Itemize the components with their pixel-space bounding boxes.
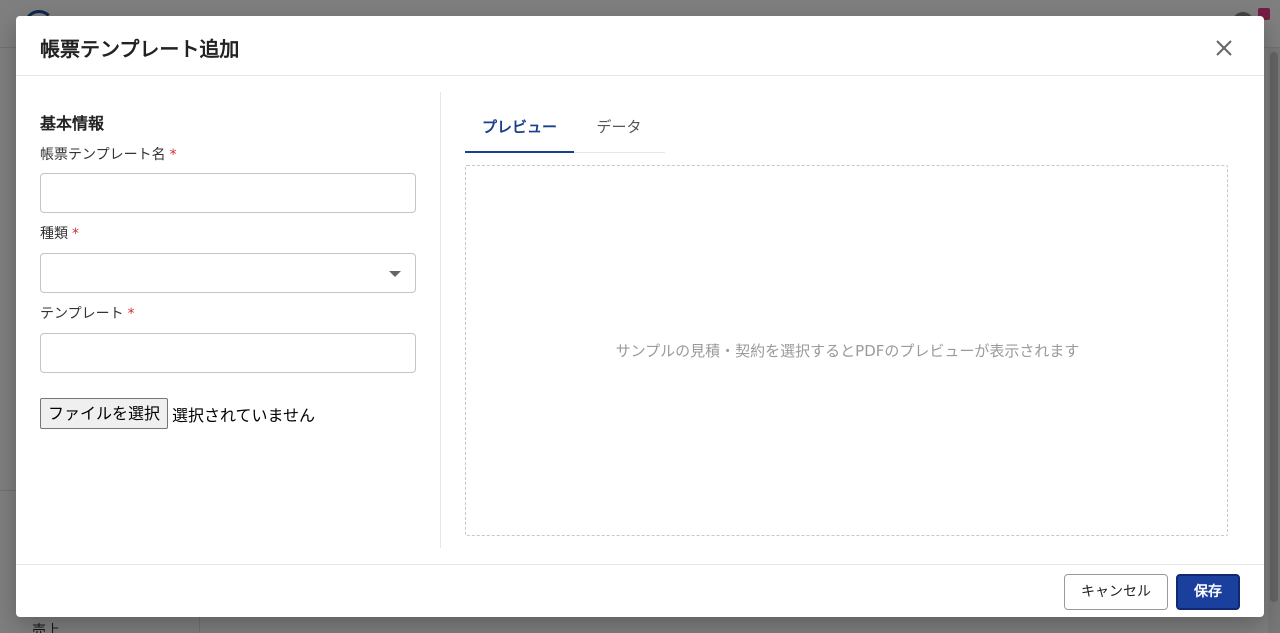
preview-placeholder-text: サンプルの見積・契約を選択するとPDFのプレビューが表示されます [615, 342, 1080, 360]
basic-info-form: 基本情報 帳票テンプレート名 * 種類 * テンプレート * ファイルを選択 選択され… [40, 76, 416, 564]
type-label: 種類 * [40, 223, 79, 243]
dialog-title: 帳票テンプレート追加 [40, 37, 240, 61]
close-button[interactable] [1210, 34, 1238, 62]
required-mark: * [169, 147, 177, 163]
pdf-preview-area: サンプルの見積・契約を選択するとPDFのプレビューが表示されます [465, 165, 1228, 536]
save-button[interactable]: 保存 [1176, 574, 1240, 610]
dialog-header: 帳票テンプレート追加 [16, 16, 1264, 76]
template-name-input[interactable] [40, 173, 416, 213]
tab-data[interactable]: データ [574, 108, 664, 153]
preview-panel: プレビュー データ サンプルの見積・契約を選択するとPDFのプレビューが表示され… [465, 76, 1240, 564]
preview-tabs: プレビュー データ [465, 108, 665, 153]
dropdown-arrow-icon [389, 271, 401, 277]
dialog-body: 基本情報 帳票テンプレート名 * 種類 * テンプレート * ファイルを選択 選択され… [16, 76, 1264, 564]
close-icon [1216, 40, 1232, 56]
required-mark: * [127, 306, 135, 322]
template-label-text: テンプレート [40, 306, 124, 322]
column-divider [440, 92, 441, 548]
tab-preview[interactable]: プレビュー [465, 108, 574, 153]
file-status-text: 選択されていません [172, 406, 316, 425]
template-name-label-text: 帳票テンプレート名 [40, 147, 166, 163]
cancel-button[interactable]: キャンセル [1064, 574, 1168, 610]
template-label: テンプレート * [40, 303, 135, 323]
required-mark: * [72, 226, 79, 242]
dialog-footer: キャンセル 保存 [16, 564, 1264, 617]
template-name-label: 帳票テンプレート名 * [40, 144, 177, 164]
choose-file-button[interactable]: ファイルを選択 [40, 398, 168, 429]
template-input[interactable] [40, 333, 416, 373]
type-label-text: 種類 [40, 226, 68, 242]
type-select[interactable] [40, 253, 416, 293]
section-title-basic-info: 基本情報 [40, 114, 105, 133]
add-template-dialog: 帳票テンプレート追加 基本情報 帳票テンプレート名 * 種類 * テンプレート * [16, 16, 1264, 617]
